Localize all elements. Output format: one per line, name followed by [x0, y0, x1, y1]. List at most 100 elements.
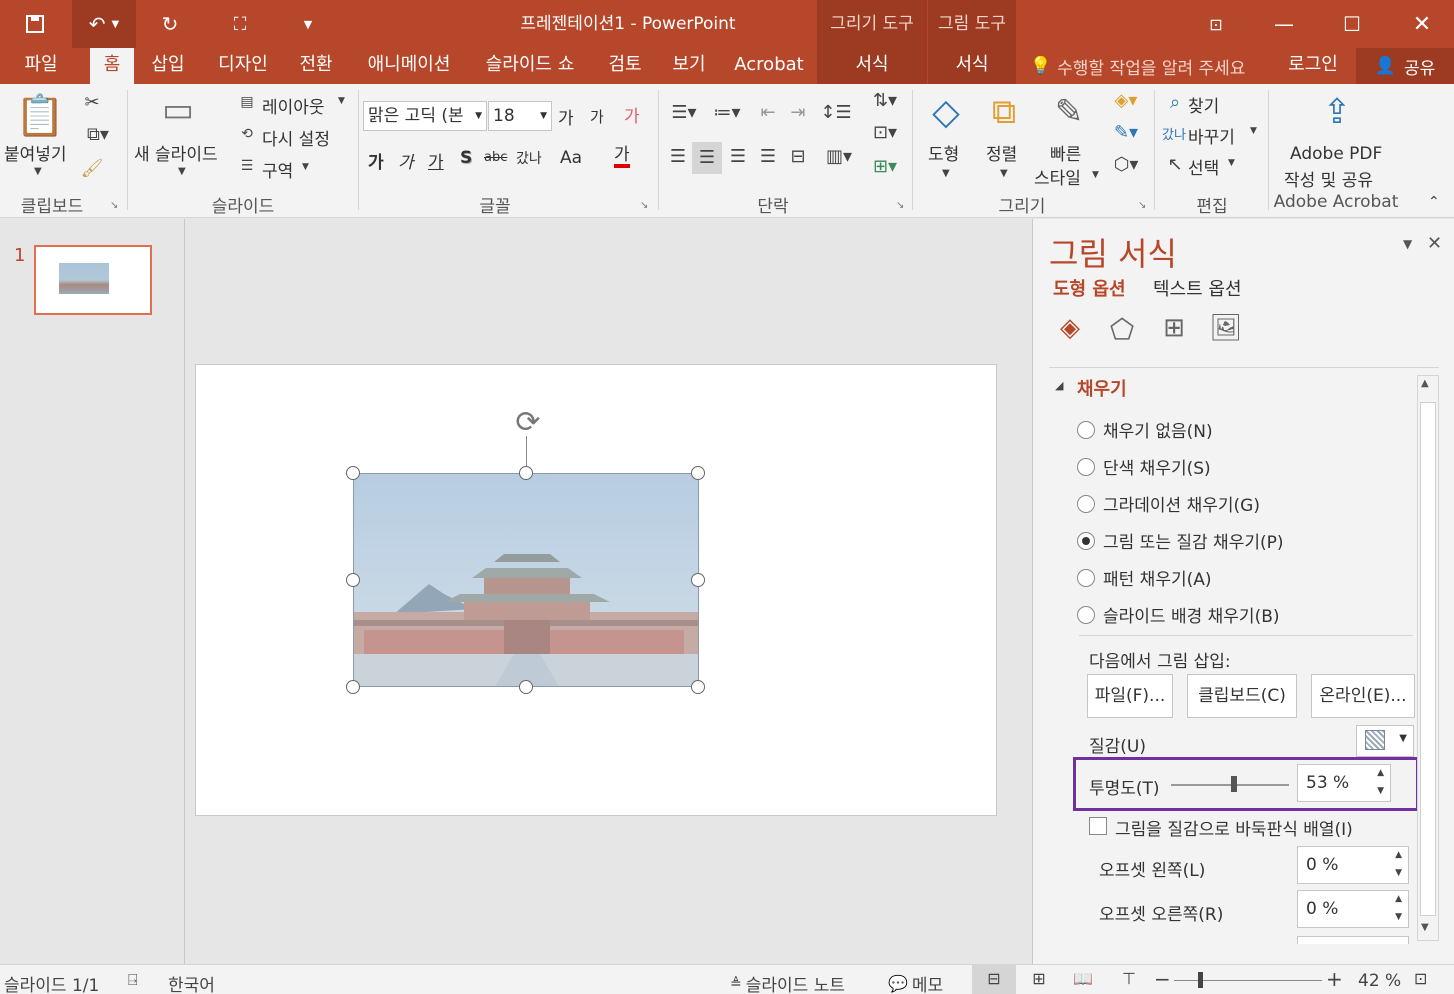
pane-options-icon[interactable]: ▼: [1403, 237, 1412, 251]
shapes-icon[interactable]: ◇: [920, 92, 972, 140]
create-pdf-button-line2[interactable]: 작성 및 공유: [1284, 166, 1373, 191]
resize-handle-top-right[interactable]: [691, 466, 705, 480]
tab-animations[interactable]: 애니메이션: [356, 48, 462, 84]
ribbon-display-options-icon[interactable]: ⊡: [1196, 0, 1236, 48]
shape-effects-icon[interactable]: ⬡▾: [1106, 154, 1146, 175]
quick-styles-button-line2[interactable]: 스타일: [1034, 164, 1081, 189]
tab-slideshow[interactable]: 슬라이드 쇼: [474, 48, 586, 84]
shapes-button[interactable]: 도형: [928, 140, 959, 165]
dialog-launcher-icon[interactable]: ↘: [640, 200, 648, 211]
close-pane-icon[interactable]: ✕: [1427, 233, 1442, 254]
tab-transitions[interactable]: 전환: [290, 48, 342, 84]
resize-handle-left[interactable]: [346, 573, 360, 587]
quick-styles-button[interactable]: 빠른: [1050, 140, 1081, 165]
dialog-launcher-icon[interactable]: ↘: [110, 200, 118, 211]
spin-down-icon[interactable]: ▼: [1395, 867, 1402, 879]
zoom-in-icon[interactable]: +: [1326, 967, 1343, 991]
align-left-icon[interactable]: ☰: [664, 146, 692, 167]
insert-clipboard-button[interactable]: 클립보드(C): [1187, 674, 1297, 718]
zoom-level[interactable]: 42 %: [1358, 971, 1401, 991]
offset-right-input[interactable]: 0 % ▲ ▼: [1297, 890, 1409, 928]
spell-check-icon[interactable]: ⍈: [128, 970, 138, 990]
grow-font-button[interactable]: 가: [558, 104, 574, 129]
undo-button[interactable]: ↶ ▼: [72, 0, 136, 48]
shape-fill-icon[interactable]: ◈▾: [1106, 90, 1146, 111]
palace-picture[interactable]: [353, 473, 699, 687]
resize-handle-bottom-left[interactable]: [346, 680, 360, 694]
font-size-select[interactable]: 18 ▼: [488, 101, 552, 131]
section-collapse-icon[interactable]: ◢: [1055, 379, 1063, 392]
tab-home[interactable]: 홈: [90, 48, 134, 84]
spin-up-icon[interactable]: ▲: [1395, 849, 1402, 861]
clear-formatting-button[interactable]: 가: [624, 102, 640, 127]
radio-button[interactable]: [1077, 568, 1095, 587]
picture-icon[interactable]: 🖼: [1209, 313, 1243, 347]
rotate-handle-icon[interactable]: ⟳: [510, 406, 546, 440]
tab-acrobat[interactable]: Acrobat: [728, 48, 810, 84]
new-slide-icon[interactable]: ▭: [150, 90, 206, 138]
slide-sorter-icon[interactable]: ⊞: [1024, 969, 1054, 988]
resize-handle-top[interactable]: [519, 466, 533, 480]
font-color-button[interactable]: 가: [614, 146, 630, 168]
tab-text-options[interactable]: 텍스트 옵션: [1153, 275, 1242, 301]
tab-review[interactable]: 검토: [600, 48, 650, 84]
scroll-up-icon[interactable]: ▲: [1421, 378, 1429, 389]
comments-button[interactable]: 💬 메모: [888, 971, 943, 994]
increase-indent-icon[interactable]: ⇥: [786, 102, 810, 123]
smartart-icon[interactable]: ⊞▾: [864, 156, 906, 177]
texture-picker[interactable]: ▼: [1356, 725, 1414, 757]
redo-icon[interactable]: ↻: [150, 0, 190, 48]
quick-styles-icon[interactable]: ✎: [1044, 92, 1094, 140]
layout-button[interactable]: 레이아웃: [262, 93, 325, 118]
resize-handle-bottom[interactable]: [519, 680, 533, 694]
align-center-icon[interactable]: ☰: [692, 142, 722, 174]
slideshow-view-icon[interactable]: ⊤: [1114, 969, 1144, 988]
tell-me-box[interactable]: 💡 수행할 작업을 알려 주세요: [1030, 48, 1245, 84]
radio-button[interactable]: [1077, 457, 1095, 476]
tab-insert[interactable]: 삽입: [140, 48, 196, 84]
copy-icon[interactable]: ⧉▾: [80, 124, 116, 145]
text-direction-icon[interactable]: ⇅▾: [864, 90, 906, 111]
collapse-ribbon-icon[interactable]: ⌃: [1428, 194, 1440, 210]
tile-checkbox[interactable]: [1089, 817, 1107, 835]
select-button[interactable]: 선택: [1188, 154, 1219, 179]
radio-button[interactable]: [1077, 420, 1095, 439]
justify-icon[interactable]: ☰: [754, 146, 782, 167]
replace-button[interactable]: 바꾸기: [1188, 123, 1235, 148]
spin-down-icon[interactable]: ▼: [1395, 911, 1402, 923]
character-spacing-button[interactable]: 갔나: [516, 148, 542, 168]
cut-icon[interactable]: ✂: [80, 92, 104, 113]
new-slide-button[interactable]: 새 슬라이드: [134, 140, 218, 165]
paste-button[interactable]: 붙여넣기: [4, 140, 67, 165]
arrange-icon[interactable]: ⧉: [980, 92, 1028, 140]
radio-button-selected[interactable]: [1077, 531, 1095, 550]
spin-down-icon[interactable]: ▼: [1377, 785, 1384, 797]
arrange-button[interactable]: 정렬: [986, 140, 1017, 165]
italic-button[interactable]: 가: [398, 148, 414, 173]
distribute-icon[interactable]: ⊟: [784, 146, 812, 167]
chevron-down-icon[interactable]: ▼: [34, 166, 42, 177]
share-button[interactable]: 👤 공유: [1356, 48, 1454, 84]
align-right-icon[interactable]: ☰: [724, 146, 752, 167]
effects-pentagon-icon[interactable]: ⬠: [1105, 313, 1139, 347]
find-button[interactable]: 찾기: [1188, 92, 1219, 117]
font-name-select[interactable]: 맑은 고딕 (본 ▼: [363, 101, 487, 131]
normal-view-icon[interactable]: ⊟: [972, 965, 1016, 994]
shadow-button[interactable]: S: [460, 148, 472, 168]
insert-online-button[interactable]: 온라인(E)...: [1311, 674, 1415, 718]
reading-view-icon[interactable]: 📖: [1068, 969, 1098, 988]
insert-file-button[interactable]: 파일(F)...: [1087, 674, 1173, 718]
scroll-down-icon[interactable]: ▼: [1421, 922, 1429, 933]
transparency-input[interactable]: 53 % ▲ ▼: [1297, 764, 1391, 802]
radio-button[interactable]: [1077, 605, 1095, 624]
change-case-button[interactable]: Aa: [560, 148, 582, 168]
line-spacing-icon[interactable]: ↕☰: [816, 102, 856, 123]
tab-drawing-format[interactable]: 서식: [817, 48, 927, 84]
fill-line-icon[interactable]: ◈: [1053, 313, 1087, 347]
chevron-down-icon[interactable]: ▼: [1000, 168, 1008, 179]
resize-handle-top-left[interactable]: [346, 466, 360, 480]
reset-button[interactable]: 다시 설정: [262, 125, 330, 150]
next-input-partial[interactable]: [1297, 936, 1409, 944]
strikethrough-button[interactable]: abc: [484, 150, 507, 165]
format-painter-icon[interactable]: 🖌: [80, 158, 104, 179]
